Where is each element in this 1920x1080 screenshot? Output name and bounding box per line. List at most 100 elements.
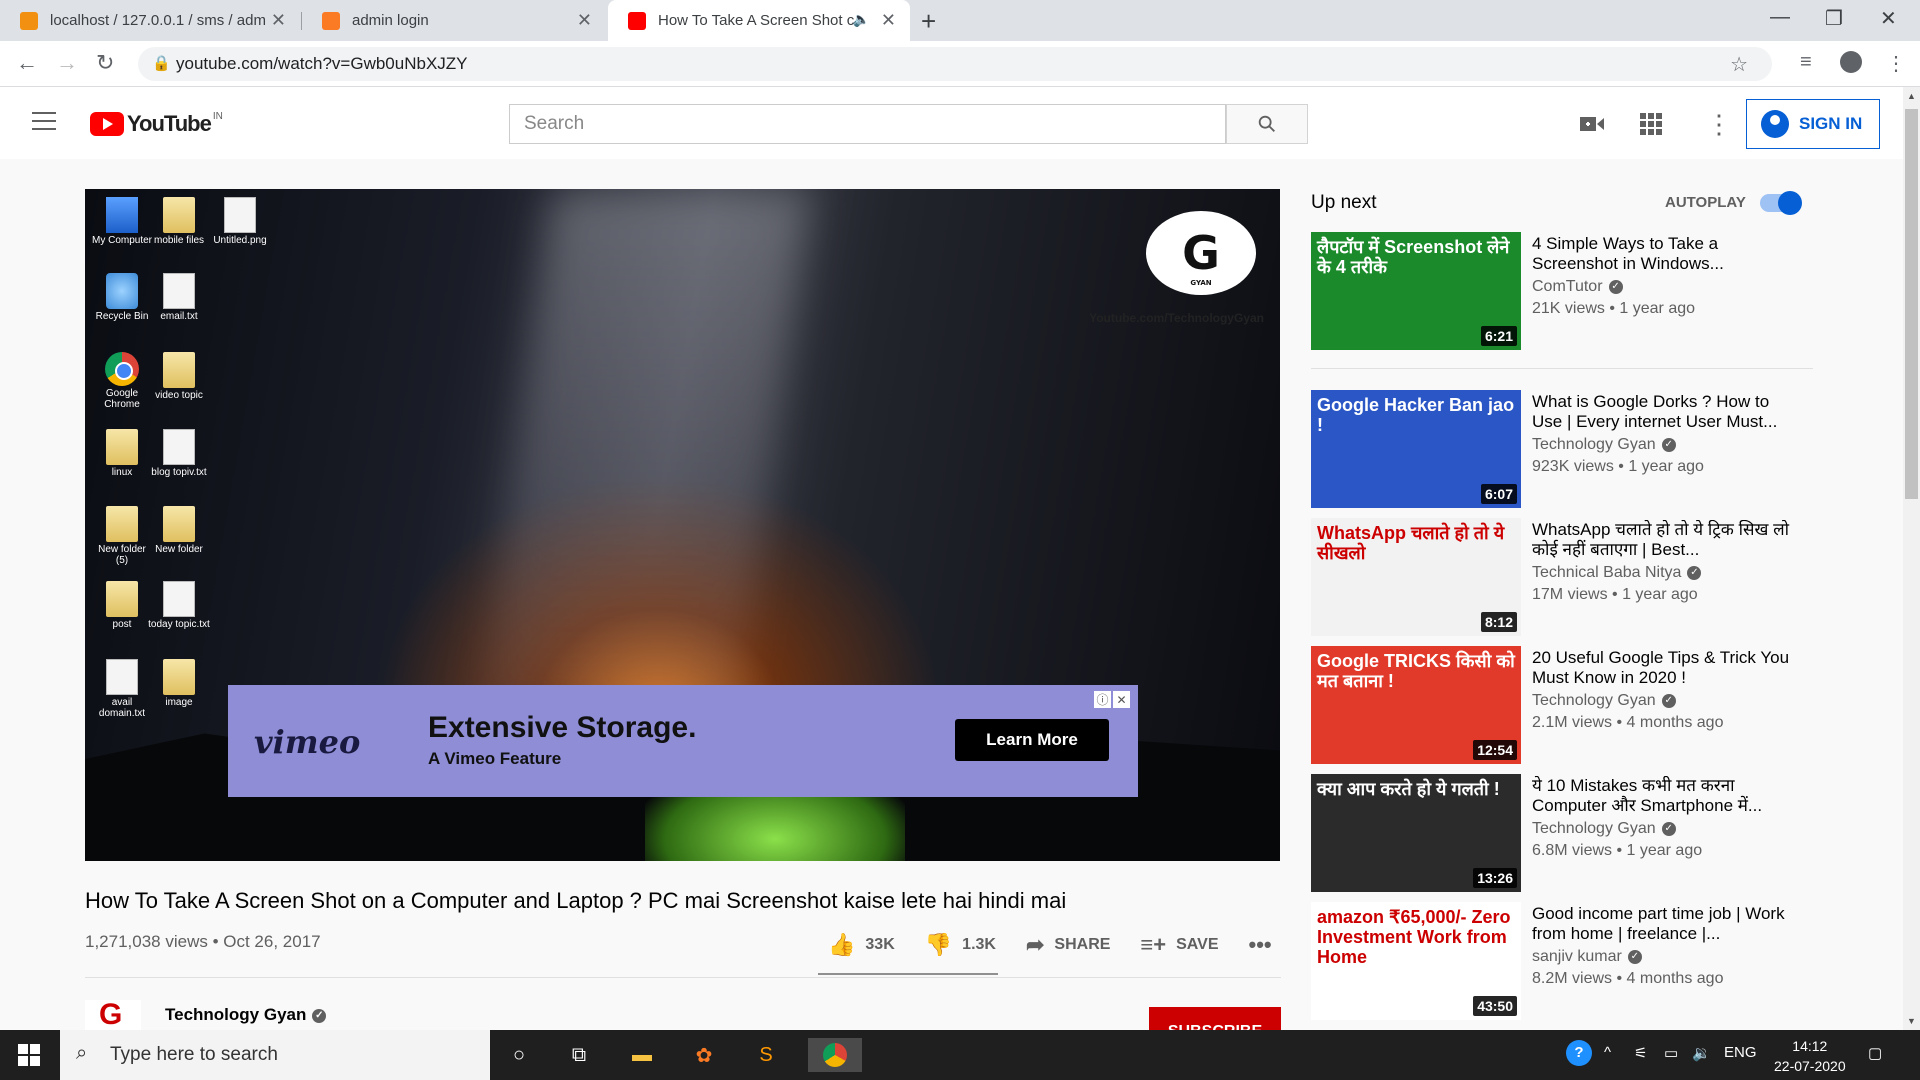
video-card-title[interactable]: WhatsApp चलाते हो तो ये ट्रिक सिख लो कोई… <box>1532 520 1802 560</box>
video-card-channel[interactable]: Technology Gyan ✓ <box>1532 820 1676 838</box>
cortana-icon[interactable]: ○ <box>498 1038 540 1072</box>
up-next-video-card[interactable]: क्या आप करते हो ये गलती ! 13:26 ये 10 Mist… <box>1311 774 1811 892</box>
video-thumbnail[interactable]: WhatsApp चलाते हो तो ये सीखलो 8:12 <box>1311 518 1521 636</box>
chrome-taskbar-icon[interactable] <box>808 1038 862 1072</box>
video-card-title[interactable]: 4 Simple Ways to Take a Screenshot in Wi… <box>1532 234 1802 274</box>
youtube-logo[interactable]: YouTube IN <box>90 111 223 137</box>
forward-button[interactable]: → <box>56 50 78 76</box>
tab-phpmyadmin[interactable]: localhost / 127.0.0.1 / sms / adm ✕ <box>0 0 300 41</box>
minimize-button[interactable]: — <box>1770 6 1790 29</box>
maximize-button[interactable]: ❐ <box>1825 6 1843 31</box>
logo-text: YouTube <box>127 111 212 136</box>
up-next-video-card[interactable]: WhatsApp चलाते हो तो ये सीखलो 8:12 WhatsAp… <box>1311 518 1811 636</box>
sign-in-button[interactable]: SIGN IN <box>1746 99 1880 149</box>
desktop-icon: image <box>148 659 210 708</box>
up-next-video-card[interactable]: amazon ₹65,000/- Zero Investment Work fr… <box>1311 902 1811 1020</box>
video-card-title[interactable]: 20 Useful Google Tips & Trick You Must K… <box>1532 648 1802 688</box>
search-button[interactable] <box>1226 104 1308 144</box>
video-card-title[interactable]: ये 10 Mistakes कभी मत करना Computer और S… <box>1532 776 1802 816</box>
xampp-icon[interactable]: ✿ <box>683 1038 725 1072</box>
video-card-channel[interactable]: sanjiv kumar ✓ <box>1532 948 1642 966</box>
close-window-button[interactable]: ✕ <box>1880 6 1897 31</box>
battery-icon[interactable]: ▭ <box>1664 1044 1678 1062</box>
save-button[interactable]: ≡+ SAVE <box>1140 932 1218 958</box>
lock-icon: 🔒 <box>152 55 171 72</box>
close-icon[interactable]: ✕ <box>271 10 286 31</box>
hamburger-menu-icon[interactable] <box>32 112 56 130</box>
video-thumbnail[interactable]: लैपटॉप में Screenshot लेने के 4 तरीके 6:2… <box>1311 232 1521 350</box>
video-ad-overlay[interactable]: vimeo Extensive Storage. A Vimeo Feature… <box>228 685 1138 797</box>
apps-grid-icon[interactable] <box>1640 113 1662 141</box>
desktop-icon-label: Recycle Bin <box>95 311 149 322</box>
desktop-icon-label: My Computer <box>91 235 152 246</box>
playlist-add-icon: ≡+ <box>1140 932 1167 957</box>
video-card-title[interactable]: Good income part time job | Work from ho… <box>1532 904 1802 944</box>
help-icon[interactable]: ? <box>1566 1040 1592 1066</box>
dislike-button[interactable]: 👎 1.3K <box>925 932 996 958</box>
video-card-channel[interactable]: Technology Gyan ✓ <box>1532 692 1676 710</box>
tab-title: localhost / 127.0.0.1 / sms / adm <box>50 12 266 29</box>
taskbar-search[interactable]: ⌕ Type here to search <box>60 1030 490 1080</box>
video-thumbnail[interactable]: क्या आप करते हो ये गलती ! 13:26 <box>1311 774 1521 892</box>
video-card-channel[interactable]: ComTutor ✓ <box>1532 278 1623 296</box>
ad-info-icon[interactable]: ⓘ <box>1094 691 1111 708</box>
bookmark-star-icon[interactable]: ☆ <box>1730 52 1748 77</box>
up-next-video-card[interactable]: लैपटॉप में Screenshot लेने के 4 तरीके 6:2… <box>1311 232 1811 350</box>
more-actions-button[interactable]: ••• <box>1249 932 1282 958</box>
share-button[interactable]: ➦ SHARE <box>1026 932 1110 958</box>
channel-avatar[interactable] <box>85 1000 141 1030</box>
notifications-icon[interactable]: ▢ <box>1868 1044 1882 1062</box>
like-button[interactable]: 👍 33K <box>828 932 895 958</box>
reload-button[interactable]: ↻ <box>96 50 114 76</box>
video-player[interactable]: My Computer mobile files Untitled.png Recyc… <box>85 189 1280 861</box>
create-video-icon[interactable] <box>1580 113 1604 139</box>
up-next-video-card[interactable]: Google TRICKS किसी को मत बताना ! 12:54 20 … <box>1311 646 1811 764</box>
folder-icon <box>163 659 195 695</box>
ad-learn-more-button[interactable]: Learn More <box>955 719 1109 761</box>
url-field[interactable]: 🔒 youtube.com/watch?v=Gwb0uNbXJZY ☆ <box>138 47 1772 81</box>
desktop-icon-label: Google Chrome <box>104 388 140 410</box>
desktop-icon-label: Untitled.png <box>213 235 267 246</box>
tab-youtube-video[interactable]: How To Take A Screen Shot c 🔈 ✕ <box>608 0 910 41</box>
close-icon[interactable]: ✕ <box>577 10 592 31</box>
verified-icon: ✓ <box>1608 279 1623 294</box>
language-indicator[interactable]: ENG <box>1724 1044 1757 1061</box>
page-scrollbar[interactable]: ▲ ▼ <box>1903 87 1920 1030</box>
system-clock[interactable]: 14:12 22-07-2020 <box>1774 1036 1846 1076</box>
media-control-icon[interactable]: ≡ <box>1800 51 1812 74</box>
task-view-icon[interactable]: ⧉ <box>558 1038 600 1072</box>
video-thumbnail[interactable]: Google Hacker Ban jao ! 6:07 <box>1311 390 1521 508</box>
channel-name[interactable]: Technology Gyan ✓ <box>165 1005 327 1025</box>
search-input[interactable]: Search <box>509 104 1226 144</box>
volume-icon[interactable]: 🔉 <box>1692 1044 1711 1062</box>
video-thumbnail[interactable]: Google TRICKS किसी को मत बताना ! 12:54 <box>1311 646 1521 764</box>
back-button[interactable]: ← <box>16 50 38 76</box>
verified-icon: ✓ <box>1661 693 1676 708</box>
windows-start-icon[interactable] <box>18 1044 40 1066</box>
verified-icon: ✓ <box>1687 565 1702 580</box>
speaker-icon[interactable]: 🔈 <box>853 11 870 28</box>
desktop-icon: video topic <box>148 352 210 401</box>
xampp-icon <box>322 11 340 30</box>
video-duration: 12:54 <box>1473 740 1517 760</box>
sublime-text-icon[interactable]: S <box>745 1038 787 1072</box>
video-card-title[interactable]: What is Google Dorks ? How to Use | Ever… <box>1532 392 1802 432</box>
settings-more-icon[interactable]: ⋮ <box>1706 109 1732 140</box>
close-icon[interactable]: ✕ <box>881 10 896 31</box>
file-explorer-icon[interactable]: ▬ <box>621 1038 663 1072</box>
channel-row: Technology Gyan✓ <box>85 1000 327 1030</box>
tray-expand-icon[interactable]: ^ <box>1604 1044 1611 1061</box>
video-card-channel[interactable]: Technical Baba Nitya ✓ <box>1532 564 1702 582</box>
desktop-icon-label: blog topiv.txt <box>151 467 207 478</box>
up-next-video-card[interactable]: Google Hacker Ban jao ! 6:07 What is Googl… <box>1311 390 1811 508</box>
autoplay-toggle[interactable] <box>1760 191 1802 215</box>
chrome-menu-icon[interactable]: ⋮ <box>1886 51 1906 76</box>
video-thumbnail[interactable]: amazon ₹65,000/- Zero Investment Work fr… <box>1311 902 1521 1020</box>
new-tab-button[interactable]: + <box>921 6 936 37</box>
video-card-channel[interactable]: Technology Gyan ✓ <box>1532 436 1676 454</box>
network-icon[interactable]: ⚟ <box>1634 1044 1647 1062</box>
tab-admin-login[interactable]: admin login ✕ <box>302 0 606 41</box>
ad-close-icon[interactable]: ✕ <box>1113 691 1130 708</box>
profile-icon[interactable] <box>1840 51 1862 73</box>
tab-title: How To Take A Screen Shot c <box>658 12 855 29</box>
